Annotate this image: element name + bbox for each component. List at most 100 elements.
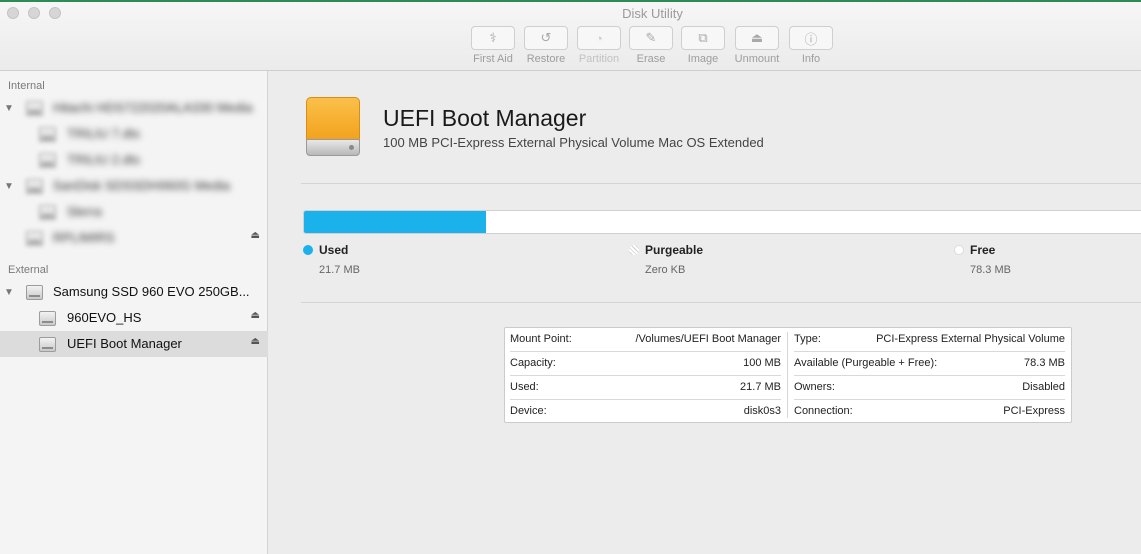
volume-icon	[39, 153, 56, 168]
sidebar-item-samsung-ssd[interactable]: ▼ Samsung SSD 960 EVO 250GB...	[0, 279, 268, 305]
used-color-dot-icon	[303, 245, 313, 255]
info-row-owners: Owners: Disabled	[794, 376, 1065, 400]
sidebar-item-internal-volume-1[interactable]: TRILIU 7.dts	[0, 121, 268, 147]
disclosure-triangle-icon[interactable]: ▼	[4, 287, 14, 298]
sidebar-item-label: SanDisk SDSSDHII60G Media	[53, 178, 231, 193]
stethoscope-icon: ⚕	[489, 30, 497, 45]
volume-icon	[39, 127, 56, 142]
divider	[301, 183, 1141, 184]
image-icon: ⧉	[698, 30, 708, 45]
info-value: 78.3 MB	[1024, 357, 1065, 369]
hard-disk-icon	[26, 285, 43, 300]
restore-label: Restore	[526, 53, 566, 65]
restore-icon: ↺	[540, 30, 552, 45]
erase-label: Erase	[636, 53, 666, 65]
info-row-device: Device: disk0s3	[510, 400, 781, 424]
unmount-icon: ⏏	[750, 30, 764, 45]
image-button[interactable]: ⧉ Image	[675, 26, 731, 65]
info-value: disk0s3	[743, 405, 781, 417]
info-key: Connection:	[794, 405, 853, 417]
sidebar-item-label: RPLIMIRS	[53, 230, 115, 245]
legend-purgeable-value: Zero KB	[645, 264, 686, 276]
partition-icon: ◔	[595, 30, 603, 46]
info-key: Available (Purgeable + Free):	[794, 357, 938, 369]
info-table-column-divider	[787, 332, 788, 418]
eject-icon[interactable]: ⏏	[251, 310, 260, 321]
info-key: Used:	[510, 381, 539, 393]
sidebar-item-label: TRILIU 7.dts	[67, 126, 140, 141]
external-drive-icon	[306, 97, 360, 157]
sidebar-item-label: 960EVO_HS	[67, 310, 142, 325]
info-label: Info	[801, 53, 821, 65]
sidebar-item-uefi-boot-manager[interactable]: UEFI Boot Manager ⏏	[0, 331, 268, 357]
divider	[301, 302, 1141, 303]
volume-detail-panel: UEFI Boot Manager 100 MB PCI-Express Ext…	[269, 71, 1141, 554]
erase-button[interactable]: ✎ Erase	[623, 26, 679, 65]
external-section-header: External	[8, 264, 49, 276]
info-value: PCI-Express	[1003, 405, 1065, 417]
info-icon: ⓘ	[804, 31, 818, 47]
partition-label: Partition	[578, 53, 620, 65]
legend-free-value: 78.3 MB	[970, 264, 1011, 276]
hard-disk-icon	[26, 101, 43, 116]
info-value: 100 MB	[743, 357, 781, 369]
sidebar-item-internal-volume-2[interactable]: TRILIU 2.dts	[0, 147, 268, 173]
sidebar-item-label: Samsung SSD 960 EVO 250GB...	[53, 284, 250, 299]
internal-section-header: Internal	[8, 80, 45, 92]
hard-disk-icon	[26, 179, 43, 194]
legend-free-label: Free	[970, 243, 996, 257]
titlebar: Disk Utility ⚕ First Aid ↺ Restore ◔ Par…	[0, 2, 1141, 71]
info-value: Disabled	[1022, 381, 1065, 393]
info-key: Capacity:	[510, 357, 556, 369]
image-label: Image	[687, 53, 719, 65]
eject-icon[interactable]: ⏏	[251, 230, 260, 241]
sidebar-item-internal-volume-3[interactable]: Slerra	[0, 199, 268, 225]
info-row-type: Type: PCI-Express External Physical Volu…	[794, 328, 1065, 352]
legend-used-label: Used	[319, 243, 349, 257]
sidebar: Internal ▼ Hitachi HDS722020ALA330 Media…	[0, 71, 268, 554]
info-key: Mount Point:	[510, 333, 572, 345]
first-aid-label: First Aid	[473, 53, 513, 65]
info-row-available: Available (Purgeable + Free): 78.3 MB	[794, 352, 1065, 376]
info-value: /Volumes/UEFI Boot Manager	[635, 333, 781, 345]
info-row-mount-point: Mount Point: /Volumes/UEFI Boot Manager	[510, 328, 781, 352]
first-aid-button[interactable]: ⚕ First Aid	[465, 26, 521, 65]
info-key: Owners:	[794, 381, 835, 393]
volume-title: UEFI Boot Manager	[383, 105, 587, 131]
volume-icon	[39, 337, 56, 352]
sidebar-item-internal-volume-4[interactable]: RPLIMIRS ⏏	[0, 225, 268, 251]
sidebar-item-internal-disk-2[interactable]: ▼ SanDisk SDSSDHII60G Media	[0, 173, 268, 199]
erase-icon: ✎	[645, 30, 657, 45]
sidebar-item-label: Hitachi HDS722020ALA330 Media	[53, 100, 253, 115]
volume-icon	[39, 311, 56, 326]
info-value: 21.7 MB	[740, 381, 781, 393]
unmount-button[interactable]: ⏏ Unmount	[729, 26, 785, 65]
purgeable-color-dot-icon	[629, 245, 639, 255]
info-button[interactable]: ⓘ Info	[783, 26, 839, 65]
info-value: PCI-Express External Physical Volume	[876, 333, 1065, 345]
info-row-capacity: Capacity: 100 MB	[510, 352, 781, 376]
disclosure-triangle-icon[interactable]: ▼	[4, 103, 14, 114]
eject-icon[interactable]: ⏏	[251, 336, 260, 347]
usage-bar	[303, 210, 1141, 234]
restore-button[interactable]: ↺ Restore	[518, 26, 574, 65]
info-key: Device:	[510, 405, 547, 417]
sidebar-item-960evo-hs[interactable]: 960EVO_HS ⏏	[0, 305, 268, 331]
unmount-label: Unmount	[734, 53, 780, 65]
partition-button[interactable]: ◔ Partition	[571, 26, 627, 65]
volume-icon	[26, 231, 43, 246]
sidebar-item-label: UEFI Boot Manager	[67, 336, 182, 351]
free-color-dot-icon	[954, 245, 964, 255]
volume-subtitle: 100 MB PCI-Express External Physical Vol…	[383, 135, 764, 150]
info-row-used: Used: 21.7 MB	[510, 376, 781, 400]
legend-used-value: 21.7 MB	[319, 264, 360, 276]
sidebar-item-internal-disk-1[interactable]: ▼ Hitachi HDS722020ALA330 Media	[0, 95, 268, 121]
info-key: Type:	[794, 333, 821, 345]
sidebar-item-label: Slerra	[67, 204, 102, 219]
sidebar-item-label: TRILIU 2.dts	[67, 152, 140, 167]
volume-icon	[39, 205, 56, 220]
usage-bar-used-segment	[304, 211, 486, 233]
disclosure-triangle-icon[interactable]: ▼	[4, 181, 14, 192]
info-row-connection: Connection: PCI-Express	[794, 400, 1065, 424]
legend-purgeable-label: Purgeable	[645, 243, 704, 257]
